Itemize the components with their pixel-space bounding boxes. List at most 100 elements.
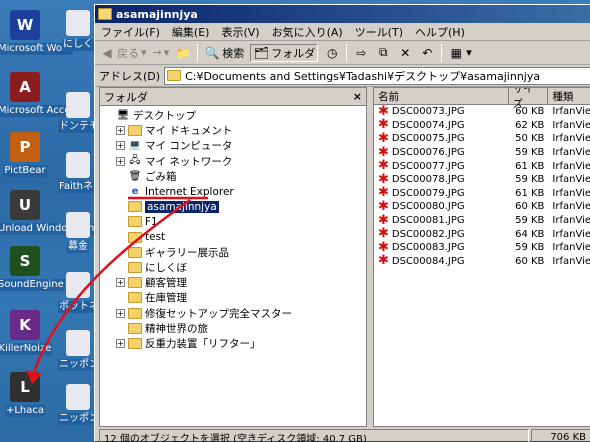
desktop-icon[interactable]: L +Lhaca xyxy=(0,372,53,417)
file-row[interactable]: ✱DSC00080.JPG 60 KB IrfanView xyxy=(374,200,590,214)
column-header-size[interactable]: サイズ xyxy=(509,88,549,110)
desktop-icon[interactable]: にしく xyxy=(58,10,98,51)
desktop-icon[interactable]: P PictBear xyxy=(0,132,53,177)
search-icon: 🔍 xyxy=(204,45,220,60)
tree-item-label: test xyxy=(145,231,166,244)
delete-button[interactable]: ✕ xyxy=(397,45,413,61)
forward-button[interactable]: → ▾ xyxy=(153,46,170,59)
search-button[interactable]: 🔍 検索 xyxy=(204,45,244,61)
tree-item[interactable]: 精神世界の旅 xyxy=(100,321,366,336)
file-row[interactable]: ✱DSC00076.JPG 59 KB IrfanView xyxy=(374,146,590,160)
history-button[interactable]: ◷ xyxy=(324,45,340,61)
title-bar[interactable]: asamajinnjya xyxy=(95,5,590,23)
views-button[interactable]: ▦ ▾ xyxy=(448,45,472,61)
expand-icon[interactable]: + xyxy=(116,338,125,348)
file-name: DSC00083.JPG xyxy=(391,242,465,254)
folder-icon xyxy=(128,261,142,273)
expand-icon[interactable]: + xyxy=(116,126,125,136)
chevron-down-icon: ▾ xyxy=(141,46,147,59)
tree-item[interactable]: 🖥 デスクトップ xyxy=(100,108,366,123)
up-folder-button[interactable]: 📁 xyxy=(175,45,191,61)
column-header-name[interactable]: 名前 xyxy=(374,88,509,104)
irfanview-file-icon: ✱ xyxy=(378,158,389,174)
move-to-button[interactable]: ⇨ xyxy=(353,45,369,61)
tree-item[interactable]: e Internet Explorer xyxy=(100,184,366,199)
undo-button[interactable]: ↶ xyxy=(419,45,435,61)
tree-item[interactable]: + 🖧 マイ ネットワーク xyxy=(100,154,366,169)
address-input[interactable]: C:¥Documents and Settings¥Tadashi¥デスクトップ… xyxy=(164,66,590,85)
tree-item[interactable]: + マイ ドキュメント xyxy=(100,123,366,138)
folder-icon xyxy=(128,246,142,258)
tree-item[interactable]: 在庫管理 xyxy=(100,290,366,305)
tree-item[interactable]: F1 xyxy=(100,214,366,229)
file-row[interactable]: ✱DSC00084.JPG 60 KB IrfanView xyxy=(374,254,590,269)
folders-button[interactable]: 🗂 フォルダ xyxy=(250,43,319,62)
file-name-cell: ✱ DSC00080.JPG xyxy=(374,200,509,213)
menu-item[interactable]: ファイル(F) xyxy=(101,24,160,40)
file-row[interactable]: ✱DSC00083.JPG 59 KB IrfanView xyxy=(374,241,590,255)
irfanview-file-icon: ✱ xyxy=(378,144,389,160)
menu-bar: ファイル(F) 編集(E) 表示(V) お気に入り(A) ツール(T) ヘルプ(H) xyxy=(95,23,590,41)
file-name: DSC00075.JPG xyxy=(391,133,465,145)
explorer-window: asamajinnjya ファイル(F) 編集(E) 表示(V) お気に入り(A) ツー… xyxy=(94,4,590,442)
address-value: C:¥Documents and Settings¥Tadashi¥デスクトップ… xyxy=(185,69,541,83)
menu-item[interactable]: お気に入り(A) xyxy=(272,24,343,40)
expand-icon[interactable]: + xyxy=(116,141,125,151)
tree-item[interactable]: test xyxy=(100,230,366,245)
tree-item[interactable]: + 💻 マイ コンピュータ xyxy=(100,138,366,153)
tree-item[interactable]: ギャラリー展示品 xyxy=(100,245,366,260)
desktop-icon[interactable]: Faithネッ 設定 xyxy=(58,152,98,193)
desktop-icon[interactable]: ニッポン食 嗤2.ht xyxy=(58,384,98,425)
file-type: IrfanView xyxy=(552,119,590,131)
file-row[interactable]: ✱DSC00081.JPG 59 KB IrfanView xyxy=(374,214,590,228)
undo-icon: ↶ xyxy=(422,45,433,60)
file-row[interactable]: ✱DSC00078.JPG 59 KB IrfanView xyxy=(374,173,590,187)
file-size: 60 KB xyxy=(515,106,545,118)
tree-item[interactable]: + 修復セットアップ完全マスター xyxy=(100,305,366,320)
file-size: 64 KB xyxy=(515,228,545,240)
file-row[interactable]: ✱DSC00074.JPG 62 KB IrfanView xyxy=(374,118,590,133)
file-row[interactable]: ✱DSC00073.JPG 60 KB IrfanView xyxy=(374,105,590,119)
desktop-icon[interactable]: U Unload WindowBlinds xyxy=(0,190,107,235)
desktop-icon[interactable]: ポットネ 発売情報 xyxy=(58,272,98,313)
file-row[interactable]: ✱DSC00079.JPG 61 KB IrfanView xyxy=(374,185,590,201)
close-icon[interactable]: × xyxy=(353,90,362,103)
tree-item[interactable]: asamajinnjya xyxy=(100,199,366,214)
folder-icon xyxy=(128,216,142,228)
file-list: ✱DSC00073.JPG60 KBIrfanView✱DSC00074.JPG… xyxy=(374,105,590,268)
desktop-icon-label: SoundEngine xyxy=(0,279,65,291)
desktop-icon[interactable]: ドンテモ 大運動 xyxy=(58,92,98,133)
desktop-icon[interactable]: S SoundEngine xyxy=(0,246,65,291)
menu-item[interactable]: 表示(V) xyxy=(221,24,259,40)
tree-item[interactable]: 🗑 ごみ箱 xyxy=(100,169,366,184)
expand-icon[interactable]: + xyxy=(116,278,125,288)
desktop-icon-label: Faithネッ 設定 xyxy=(58,181,98,193)
desktop-icon[interactable]: 募金 xyxy=(58,212,98,253)
desktop-icon-label: ニッポン食 嗤4.ht xyxy=(58,359,98,371)
desktop-icon[interactable]: A Microsoft Access xyxy=(0,72,82,117)
document-icon xyxy=(66,330,90,356)
menu-item[interactable]: ツール(T) xyxy=(355,24,403,40)
file-size: 62 KB xyxy=(515,119,545,131)
back-button[interactable]: ◀ 戻る ▾ xyxy=(99,45,147,61)
menu-item[interactable]: 編集(E) xyxy=(172,24,210,40)
chevron-down-icon: ▾ xyxy=(163,46,170,59)
file-size: 59 KB xyxy=(515,147,545,159)
column-header-type[interactable]: 種類 xyxy=(548,88,590,104)
desktop-icon[interactable]: W Microsoft Word xyxy=(0,10,74,55)
file-row[interactable]: ✱DSC00082.JPG 64 KB IrfanView xyxy=(374,227,590,241)
desktop-icon[interactable]: ニッポン食 嗤4.ht xyxy=(58,330,98,371)
file-row[interactable]: ✱DSC00075.JPG 50 KB IrfanView xyxy=(374,132,590,146)
copy-to-button[interactable]: ⧉ xyxy=(375,45,391,61)
tree-item[interactable]: にしくぼ xyxy=(100,260,366,275)
menu-item[interactable]: ヘルプ(H) xyxy=(415,24,465,40)
desktop-icon-label: ポットネ 発売情報 xyxy=(58,301,98,313)
tree-item[interactable]: + 反重力装置「リフター」 xyxy=(100,336,366,351)
expand-icon[interactable]: + xyxy=(116,156,125,166)
irfanview-file-icon: ✱ xyxy=(378,185,389,201)
tree-item[interactable]: + 顧客管理 xyxy=(100,275,366,290)
file-row[interactable]: ✱DSC00077.JPG 61 KB IrfanView xyxy=(374,159,590,173)
desktop-icon[interactable]: K KillerNoize xyxy=(0,310,53,355)
address-label: アドレス(D) xyxy=(99,69,161,83)
expand-icon[interactable]: + xyxy=(116,308,125,318)
